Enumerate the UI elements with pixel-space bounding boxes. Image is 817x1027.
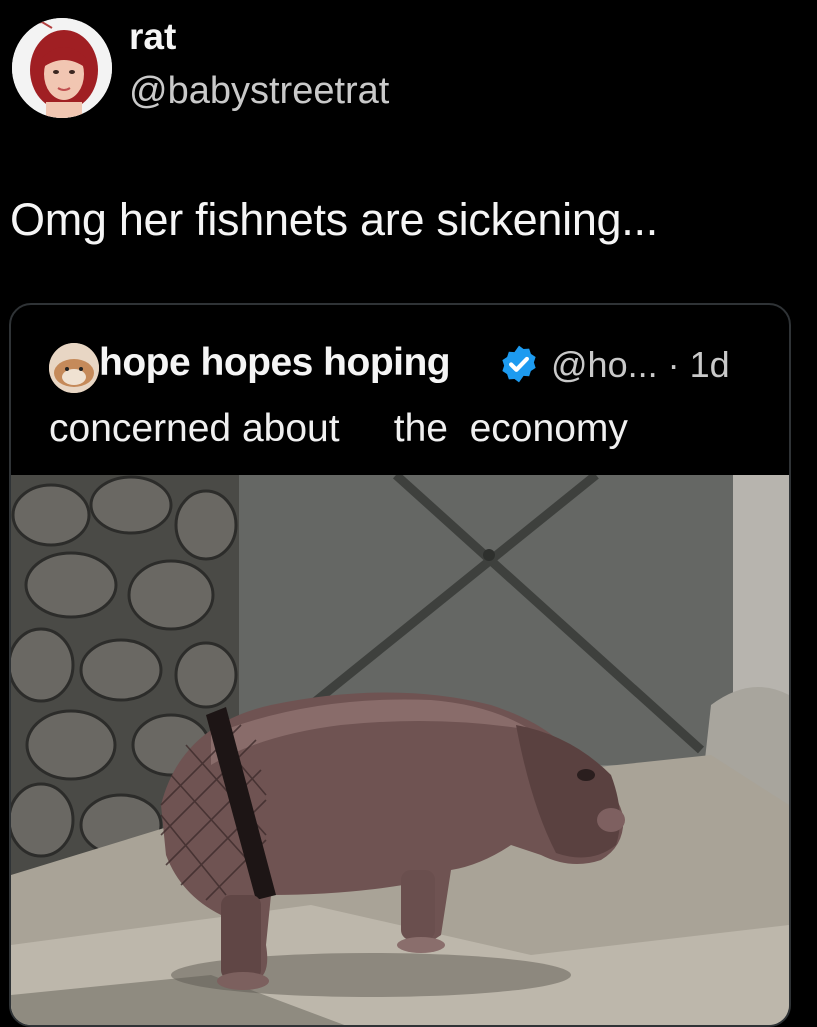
author-handle[interactable]: @babystreetrat (129, 70, 389, 113)
author-display-name[interactable]: rat (129, 16, 176, 58)
tweet-photo[interactable] (11, 475, 789, 1027)
verified-badge-icon (502, 345, 536, 383)
quoted-handle-time[interactable]: @ho... · 1d (551, 344, 730, 386)
quoted-display-name[interactable]: hope hopes hoping (99, 341, 451, 385)
tweet-text: Omg her fishnets are sickening... (10, 194, 658, 245)
author-avatar-image (12, 18, 112, 118)
quoted-avatar-image (49, 343, 99, 393)
quoted-tweet-text: concerned about the economy (49, 407, 628, 450)
author-avatar[interactable] (12, 18, 112, 118)
quoted-author-avatar[interactable] (49, 343, 99, 393)
quoted-tweet-card[interactable]: hope hopes hoping @ho... · 1d concerned … (9, 303, 791, 1027)
